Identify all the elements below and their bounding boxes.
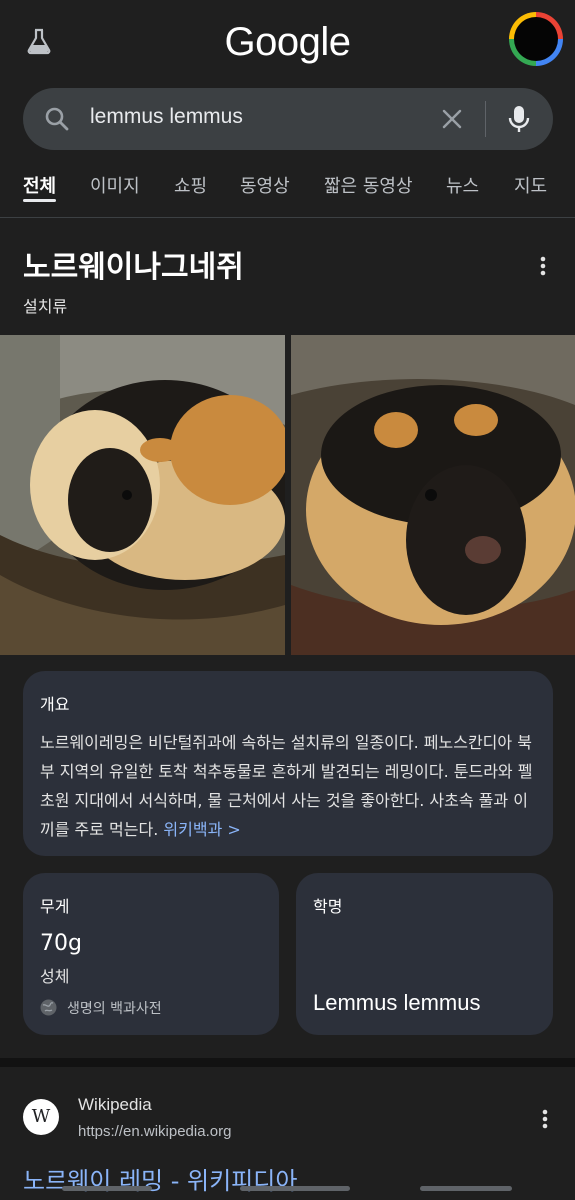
result-url: https://en.wikipedia.org <box>78 1123 232 1140</box>
search-bar[interactable]: lemmus lemmus <box>23 88 553 150</box>
search-result[interactable]: W Wikipedia https://en.wikipedia.org 노르웨… <box>0 1067 575 1200</box>
microphone-icon[interactable] <box>504 103 534 135</box>
section-divider <box>0 1058 575 1067</box>
knowledge-panel-title: 노르웨이나그네쥐 <box>23 250 244 285</box>
gesture-bar <box>240 1186 350 1191</box>
search-divider <box>485 101 486 137</box>
google-logo[interactable]: Google <box>0 20 575 65</box>
overview-heading: 개요 <box>40 695 70 714</box>
scientific-name-value: Lemmus lemmus <box>313 990 481 1015</box>
weight-heading: 무게 <box>40 897 70 916</box>
tab-maps[interactable]: 지도 <box>514 172 547 198</box>
weight-source[interactable]: 생명의 백과사전 <box>67 998 162 1018</box>
weight-card[interactable]: 무게 70g 성체 생명의 백과사전 <box>23 873 279 1035</box>
more-vert-icon[interactable] <box>533 254 553 278</box>
weight-value: 70g <box>40 931 82 956</box>
weight-qualifier: 성체 <box>40 967 70 986</box>
tab-videos[interactable]: 동영상 <box>240 172 290 198</box>
search-input[interactable]: lemmus lemmus <box>90 105 243 129</box>
gesture-bar <box>420 1186 512 1191</box>
tab-news[interactable]: 뉴스 <box>446 172 479 198</box>
scientific-name-heading: 학명 <box>313 897 343 916</box>
lemming-photo-1[interactable] <box>0 335 285 655</box>
overview-card: 개요 노르웨이레밍은 비단털쥐과에 속하는 설치류의 일종이다. 페노스칸디아 … <box>23 671 553 856</box>
wikipedia-link[interactable]: 위키백과 > <box>163 820 240 839</box>
top-bar: Google <box>0 0 575 85</box>
result-site-name: Wikipedia <box>78 1095 152 1114</box>
knowledge-panel-subtitle: 설치류 <box>23 297 68 316</box>
tab-images[interactable]: 이미지 <box>90 172 140 198</box>
wikipedia-logo-icon: W <box>23 1099 59 1135</box>
tab-shopping[interactable]: 쇼핑 <box>174 172 207 198</box>
search-icon <box>45 107 69 131</box>
tab-short-videos[interactable]: 짧은 동영상 <box>324 172 413 198</box>
overview-description: 노르웨이레밍은 비단털쥐과에 속하는 설치류의 일종이다. 페노스칸디아 북부 … <box>40 728 540 844</box>
lemming-photo-2[interactable] <box>291 335 575 655</box>
search-tabs: 전체 이미지 쇼핑 동영상 짧은 동영상 뉴스 지도 <box>0 166 575 218</box>
scientific-name-card[interactable]: 학명 Lemmus lemmus <box>296 873 553 1035</box>
overview-text: 노르웨이레밍은 비단털쥐과에 속하는 설치류의 일종이다. 페노스칸디아 북부 … <box>40 733 533 839</box>
tab-all[interactable]: 전체 <box>23 172 56 198</box>
active-tab-indicator <box>23 199 56 202</box>
globe-icon <box>40 999 57 1016</box>
close-icon[interactable] <box>438 105 466 133</box>
gesture-bar <box>62 1186 152 1191</box>
more-vert-icon[interactable] <box>535 1107 555 1131</box>
avatar[interactable] <box>509 12 563 66</box>
